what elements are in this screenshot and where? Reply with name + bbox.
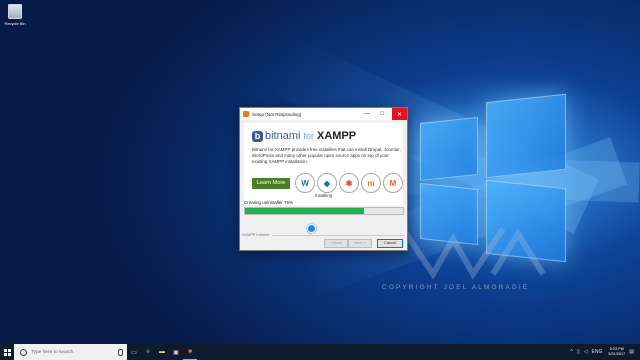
microphone-icon[interactable] [118,348,123,356]
minimize-button[interactable]: — [360,108,374,120]
xampp-icon[interactable]: ■ [183,344,197,360]
banner-description: Bitnami for XAMPP provides free installe… [252,147,401,165]
progress-fill [245,208,364,214]
network-icon[interactable]: ▯ [577,349,580,355]
start-button[interactable] [0,344,14,360]
brand-name: bitnami [265,130,301,142]
search-box[interactable]: Type here to search [14,344,127,360]
tray-overflow-icon[interactable]: ^ [571,349,573,355]
windows-icon [3,348,11,356]
cancel-button[interactable]: Cancel [377,239,403,248]
next-button[interactable]: Next > [348,239,372,248]
product-name: XAMPP [316,130,357,142]
progress-bar [244,207,404,215]
title-bar[interactable]: Setup (Not Responding) — □ ✕ [240,108,407,120]
joomla-icon[interactable]: ✱ [339,173,359,193]
maximize-button[interactable]: □ [375,108,389,120]
volume-icon[interactable]: ◁ [584,349,588,355]
back-button[interactable]: < Back [324,239,348,248]
search-placeholder: Type here to search [31,349,74,355]
app-icons: W ◆ ✱ m M [295,173,403,193]
notifications-icon[interactable]: ▤ [629,349,634,355]
wordpress-icon[interactable]: W [295,173,315,193]
busy-cursor-icon [307,224,316,233]
bitnami-logo-icon: b [252,130,263,142]
store-icon[interactable]: ▣ [169,344,183,360]
drupal-icon[interactable]: ◆ [317,173,337,193]
desktop-icon-recycle-bin[interactable]: Recycle Bin [4,4,26,26]
status-text: Creating uninstaller 75% [244,200,294,205]
desktop-icon-label: Recycle Bin [4,21,26,26]
task-view-icon[interactable]: ▭ [127,344,141,360]
system-tray: ^ ▯ ◁ ENG 5:23 PM 5/31/2017 ▤ [571,344,634,360]
clock[interactable]: 5:23 PM 5/31/2017 [608,347,625,356]
watermark-logo [400,227,546,280]
close-button[interactable]: ✕ [392,108,407,120]
setup-app-icon [243,111,249,117]
clock-date: 5/31/2017 [608,352,626,356]
recycle-bin-icon [8,4,22,19]
file-explorer-icon[interactable]: ▬ [155,344,169,360]
edge-icon[interactable]: e [141,344,155,360]
watermark-text: COPYRIGHT JOEL ALMORADIE [382,284,530,291]
window-title: Setup (Not Responding) [252,111,302,117]
moodle-icon[interactable]: m [361,173,381,193]
magento-icon[interactable]: M [383,173,403,193]
language-indicator[interactable]: ENG [592,349,603,355]
footer-label: XAMPP Installer [242,233,272,237]
taskbar: Type here to search ▭ e ▬ ▣ ■ ^ ▯ ◁ ENG … [0,344,640,360]
brand-for: for [303,131,314,141]
section-title: Installing [315,193,332,198]
brand-logo: b bitnami for XAMPP [252,130,356,142]
cortana-icon [20,348,27,356]
installer-window: Setup (Not Responding) — □ ✕ b bitnami f… [239,107,408,251]
learn-more-button[interactable]: Learn More [252,178,290,189]
